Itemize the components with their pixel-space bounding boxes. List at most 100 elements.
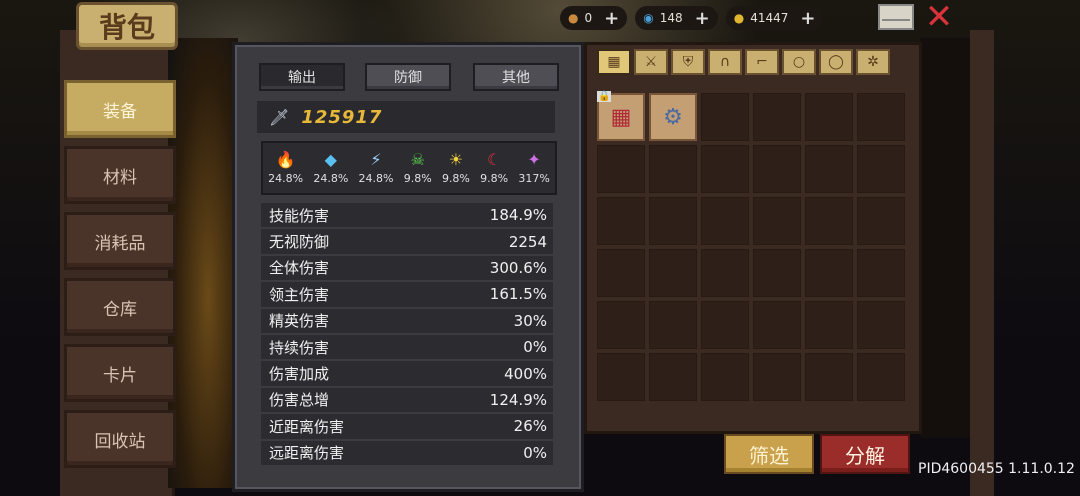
add-resource-button[interactable]: +	[604, 8, 619, 29]
stat-value: 30%	[513, 311, 547, 330]
inventory-slot[interactable]	[701, 145, 749, 193]
inventory-slot[interactable]	[805, 249, 853, 297]
inventory-slot[interactable]: ⚙	[649, 93, 697, 141]
tab-other[interactable]: 其他	[473, 63, 559, 91]
ice-icon: ◆	[324, 150, 337, 169]
resource-coin: ● 41447 +	[725, 6, 824, 30]
add-resource-button[interactable]: +	[695, 8, 710, 29]
inventory-slot[interactable]	[857, 249, 905, 297]
coin-icon: ●	[733, 11, 745, 25]
fire-icon: 🔥	[275, 150, 296, 169]
bag-title: 背包	[76, 2, 178, 50]
inventory-slot[interactable]	[857, 197, 905, 245]
stat-value: 26%	[513, 417, 547, 436]
inventory-slot[interactable]	[649, 197, 697, 245]
stat-value: 184.9%	[489, 206, 547, 225]
element-fire: 🔥 24.8%	[268, 143, 303, 193]
inventory-slot[interactable]	[753, 249, 801, 297]
inventory-slot[interactable]	[597, 353, 645, 401]
inventory-slot[interactable]	[857, 93, 905, 141]
element-value: 317%	[518, 172, 550, 185]
mail-icon[interactable]	[878, 4, 914, 30]
stat-label: 领主伤害	[269, 285, 330, 304]
sword-icon[interactable]: ⚔	[634, 49, 668, 75]
stat-value: 124.9%	[489, 390, 547, 409]
inventory-slot[interactable]	[649, 145, 697, 193]
stat-list[interactable]: 技能伤害 184.9% 无视防御 2254 全体伤害 300.6% 领主伤害 161.5…	[261, 203, 553, 465]
decompose-button[interactable]: 分解	[820, 434, 910, 474]
inventory-grid: 🔒 ▦ ⚙	[597, 91, 905, 401]
inventory-slot[interactable]	[857, 145, 905, 193]
stat-row: 技能伤害 184.9%	[261, 203, 553, 228]
sidebar-item-equipment[interactable]: 装备	[64, 80, 176, 138]
inventory-slot[interactable]	[649, 353, 697, 401]
gear-icon[interactable]: ✲	[856, 49, 890, 75]
sidebar-item-warehouse[interactable]: 仓库	[64, 278, 176, 336]
sidebar-item-recycle-bin[interactable]: 回收站	[64, 410, 176, 468]
resource-bone: ● 0 +	[560, 6, 628, 30]
locked-basket-item-icon: ▦	[610, 104, 632, 130]
inventory-slot[interactable]: 🔒 ▦	[597, 91, 645, 141]
resource-gem: ◉ 148 +	[635, 6, 718, 30]
inventory-slot[interactable]	[597, 301, 645, 349]
add-resource-button[interactable]: +	[800, 8, 815, 29]
element-arcane: ✦ 317%	[518, 143, 549, 193]
inventory-slot[interactable]	[753, 145, 801, 193]
stat-value: 300.6%	[489, 258, 547, 277]
armor-icon[interactable]: ⛨	[671, 49, 705, 75]
stat-label: 伤害总增	[269, 391, 330, 410]
inventory-slot[interactable]	[805, 301, 853, 349]
filter-button[interactable]: 筛选	[724, 434, 814, 474]
tab-defense[interactable]: 防御	[365, 63, 451, 91]
ring-icon[interactable]: ○	[782, 49, 816, 75]
inventory-slot[interactable]	[805, 353, 853, 401]
amulet-icon[interactable]: ◯	[819, 49, 853, 75]
inventory-slot[interactable]	[701, 249, 749, 297]
inventory-slot[interactable]	[597, 145, 645, 193]
element-value: 24.8%	[358, 172, 394, 185]
element-dark: ☾ 9.8%	[480, 143, 508, 193]
stat-value: 2254	[508, 232, 547, 251]
inventory-slot[interactable]	[857, 353, 905, 401]
inventory-slot[interactable]	[805, 145, 853, 193]
inventory-slot[interactable]	[857, 301, 905, 349]
resource-value: 148	[659, 11, 683, 25]
close-icon[interactable]: ✕	[922, 0, 956, 34]
moon-icon: ☾	[486, 150, 502, 169]
sidebar-item-consumables[interactable]: 消耗品	[64, 212, 176, 270]
inventory-slot[interactable]	[753, 301, 801, 349]
inventory-slot[interactable]	[597, 197, 645, 245]
stat-label: 伤害加成	[269, 365, 330, 384]
stat-row: 全体伤害 300.6%	[261, 255, 553, 281]
lightning-icon: ⚡	[370, 150, 382, 169]
stat-label: 持续伤害	[269, 338, 330, 357]
element-value: 9.8%	[480, 172, 509, 185]
inventory-slot[interactable]	[753, 353, 801, 401]
stat-label: 无视防御	[269, 233, 330, 252]
sidebar-item-cards[interactable]: 卡片	[64, 344, 176, 402]
stat-row: 远距离伤害 0%	[261, 440, 553, 465]
inventory-slot[interactable]	[701, 93, 749, 141]
tab-output[interactable]: 输出	[259, 63, 345, 91]
inventory-slot[interactable]	[597, 249, 645, 297]
inventory-slot[interactable]	[649, 301, 697, 349]
stat-row: 无视防御 2254	[261, 229, 553, 254]
inventory-slot[interactable]	[753, 93, 801, 141]
lock-icon: 🔒	[597, 91, 612, 102]
inventory-slot[interactable]	[701, 353, 749, 401]
bone-icon: ●	[568, 11, 579, 25]
sidebar-item-materials[interactable]: 材料	[64, 146, 176, 204]
inventory-slot[interactable]	[805, 197, 853, 245]
inventory-slot[interactable]	[805, 93, 853, 141]
inventory-slot[interactable]	[649, 249, 697, 297]
boots-icon[interactable]: ⌐	[745, 49, 779, 75]
sword-icon: 🗡	[269, 107, 290, 127]
grid-icon[interactable]: ▦	[597, 49, 631, 75]
inventory-slot[interactable]	[701, 197, 749, 245]
inventory-slot[interactable]	[701, 301, 749, 349]
element-ice: ◆ 24.8%	[313, 143, 348, 193]
helmet-icon[interactable]: ∩	[708, 49, 742, 75]
stat-value: 400%	[504, 364, 547, 383]
inventory-slot[interactable]	[753, 197, 801, 245]
power-value: 125917	[301, 106, 383, 128]
